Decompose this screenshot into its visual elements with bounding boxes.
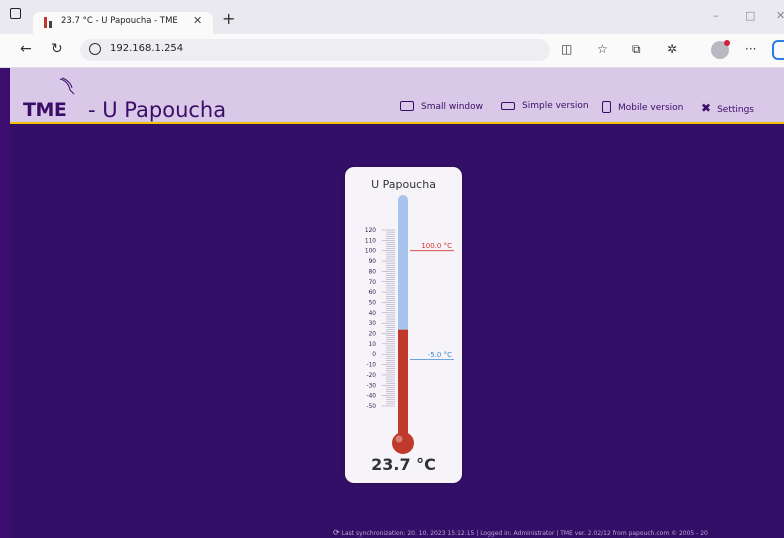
tab-close-icon[interactable]: ✕ (193, 14, 202, 27)
globe-icon (89, 43, 101, 55)
simple-version-link[interactable]: Simple version (501, 101, 589, 111)
scale-label: 110 (365, 238, 376, 244)
header-divider (10, 122, 784, 124)
settings-link[interactable]: ✖ Settings (701, 101, 754, 115)
settings-icon: ✖ (701, 101, 712, 115)
logo[interactable]: TME (23, 99, 67, 121)
mobile-version-link[interactable]: Mobile version (602, 101, 683, 113)
scale-label: -10 (367, 363, 377, 369)
scale-label: 100 (365, 249, 376, 255)
parrot-logo-icon (59, 77, 75, 95)
new-tab-button[interactable]: + (222, 11, 235, 27)
collections-icon[interactable]: ⧉ (632, 43, 641, 55)
reader-view-icon[interactable]: ◫ (561, 43, 572, 55)
close-window-button[interactable]: ✕ (776, 10, 784, 22)
low-limit-label: -5.0 °C (428, 351, 452, 359)
menu-label: Settings (717, 105, 754, 115)
scale-label: 90 (369, 259, 377, 265)
mercury-column (398, 329, 408, 439)
scale-label: 30 (369, 321, 377, 327)
thermometer-gauge: 1201101009080706050403020100-10-20-30-40… (365, 195, 454, 454)
bulb-highlight (395, 435, 403, 443)
extensions-icon[interactable]: ✲ (667, 43, 677, 55)
scale-label: 60 (369, 290, 377, 296)
copilot-icon[interactable] (772, 40, 784, 60)
scale-label: 20 (369, 332, 377, 338)
maximize-button[interactable]: □ (745, 10, 755, 22)
scale-label: 40 (369, 311, 377, 317)
favorites-icon[interactable]: ☆ (597, 43, 608, 55)
refresh-icon[interactable]: ↻ (51, 42, 63, 56)
browser-tab[interactable]: 23.7 °C - U Papoucha - TME ✕ (33, 12, 213, 34)
scale-label: 80 (369, 269, 377, 275)
menu-label: Mobile version (618, 103, 684, 113)
scale-label: 10 (369, 342, 377, 348)
url-input[interactable]: 192.168.1.254 (80, 39, 550, 61)
footer-status: ⟳ Last synchronization: 20. 10. 2023 15:… (333, 528, 784, 537)
window-icon (400, 101, 414, 111)
minimize-button[interactable]: – (713, 10, 719, 22)
simple-version-icon (501, 102, 515, 110)
thermometer-scale: 1201101009080706050403020100-10-20-30-40… (365, 228, 395, 410)
scale-label: 50 (369, 300, 377, 306)
thermometer-bulb (392, 432, 414, 454)
tab-title: 23.7 °C - U Papoucha - TME (61, 16, 178, 26)
scale-label: -40 (367, 394, 377, 400)
notification-dot-icon (724, 40, 730, 46)
mobile-icon (602, 101, 611, 113)
menu-label: Small window (421, 102, 484, 112)
menu-label: Simple version (522, 101, 589, 111)
scale-label: -20 (367, 373, 377, 379)
scale-label: 70 (369, 280, 377, 286)
scale-label: -50 (367, 404, 377, 410)
high-limit-label: 100.0 °C (421, 242, 452, 250)
scale-label: -30 (367, 383, 377, 389)
limit-markers: 100.0 °C -5.0 °C (410, 242, 454, 360)
scale-label: 120 (365, 228, 376, 234)
tab-actions-icon[interactable] (10, 8, 21, 19)
more-options-icon[interactable]: ··· (745, 43, 756, 55)
page-title: - U Papoucha (88, 98, 227, 122)
footer-text: Last synchronization: 20. 10. 2023 15:12… (341, 530, 708, 537)
thermometer-favicon-icon (44, 17, 54, 28)
browser-tab-bar: 23.7 °C - U Papoucha - TME ✕ + – □ ✕ (0, 0, 784, 34)
address-bar: ← ↻ 192.168.1.254 ◫ ☆ ⧉ ✲ ··· (0, 34, 784, 68)
sync-icon[interactable]: ⟳ (333, 528, 340, 537)
url-text: 192.168.1.254 (110, 43, 184, 54)
scale-label: 0 (372, 352, 376, 358)
back-icon[interactable]: ← (20, 42, 32, 56)
small-window-link[interactable]: Small window (400, 101, 483, 112)
